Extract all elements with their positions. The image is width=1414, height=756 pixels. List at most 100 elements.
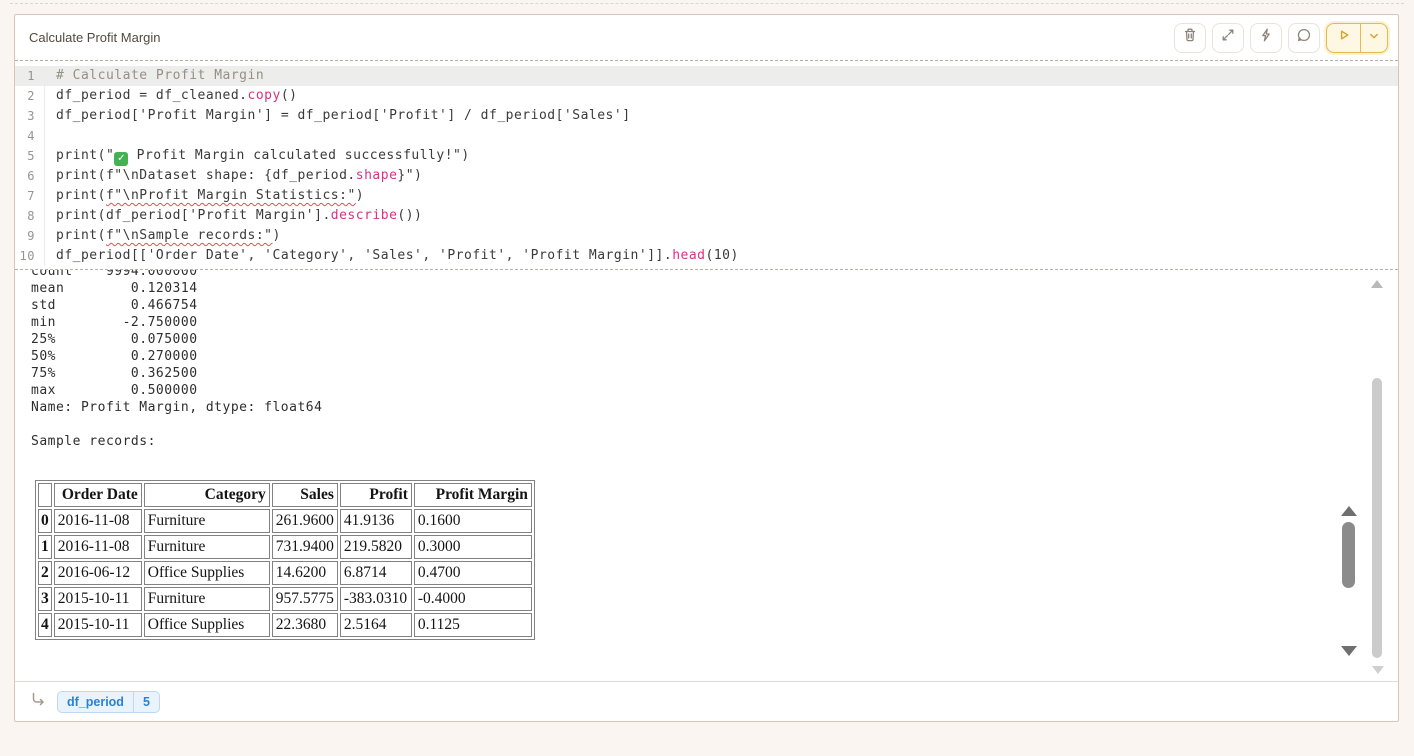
line-number: 2 [15,86,45,106]
check-emoji: ✓ [114,152,128,166]
table-scrollbar-thumb[interactable] [1342,522,1355,588]
table-header-cell: Profit [340,483,412,507]
line-number: 8 [15,206,45,226]
cell-title: Calculate Profit Margin [29,30,161,45]
code-line[interactable]: 9print(f"\nSample records:") [15,226,1398,246]
code-text: print(f"\nSample records:") [45,226,281,246]
cell-output: count 9994.000000 mean 0.120314 std 0.46… [15,270,1398,681]
comment-icon [1295,26,1313,49]
line-number: 3 [15,106,45,126]
table-cell: 219.5820 [340,535,412,559]
code-text: print(f"\nDataset shape: {df_period.shap… [45,166,422,186]
table-header-cell [38,483,52,507]
table-cell: 2016-11-08 [54,535,142,559]
code-line[interactable]: 10df_period[['Order Date', 'Category', '… [15,246,1398,266]
output-scrollbar-thumb[interactable] [1372,378,1382,658]
table-cell: 957.5775 [272,587,338,611]
table-cell: Furniture [144,587,270,611]
table-cell: 0.1125 [414,613,532,637]
code-text: df_period = df_cleaned.copy() [45,86,297,106]
table-cell: 2016-06-12 [54,561,142,585]
table-index-cell: 3 [38,587,52,611]
variable-count-badge: 5 [133,692,159,712]
table-cell: 2016-11-08 [54,509,142,533]
table-cell: 22.3680 [272,613,338,637]
comment-button[interactable] [1288,23,1320,53]
code-line[interactable]: 8print(df_period['Profit Margin'].descri… [15,206,1398,226]
table-index-cell: 1 [38,535,52,559]
code-editor[interactable]: 1# Calculate Profit Margin2df_period = d… [15,61,1398,270]
cell-footer: df_period 5 [15,681,1398,721]
line-number: 5 [15,146,45,166]
run-split-button [1326,23,1388,53]
code-text: print("✓ Profit Margin calculated succes… [45,146,470,166]
table-cell: 2015-10-11 [54,613,142,637]
cell-header: Calculate Profit Margin [15,15,1398,61]
table-scroll-up-arrow[interactable] [1341,506,1357,516]
output-scroll-down-arrow[interactable] [1372,666,1384,674]
expand-icon [1219,26,1237,49]
table-cell: Office Supplies [144,613,270,637]
table-cell: Furniture [144,535,270,559]
delete-cell-button[interactable] [1174,23,1206,53]
table-cell: 2015-10-11 [54,587,142,611]
variable-name: df_period [58,692,133,712]
table-row: 12016-11-08Furniture731.9400219.58200.30… [38,535,532,559]
table-row: 32015-10-11Furniture957.5775-383.0310-0.… [38,587,532,611]
table-cell: -383.0310 [340,587,412,611]
notebook-page: Calculate Profit Margin [0,0,1414,756]
code-line[interactable]: 1# Calculate Profit Margin [15,66,1398,86]
table-cell: 2.5164 [340,613,412,637]
code-text: print(df_period['Profit Margin'].describ… [45,206,422,226]
table-cell: 6.8714 [340,561,412,585]
code-line[interactable]: 3df_period['Profit Margin'] = df_period[… [15,106,1398,126]
line-number: 7 [15,186,45,206]
code-text: df_period['Profit Margin'] = df_period['… [45,106,631,126]
variable-chip-df-period[interactable]: df_period 5 [57,691,160,713]
table-header-cell: Category [144,483,270,507]
stdout-text: count 9994.000000 mean 0.120314 std 0.46… [31,270,1398,450]
run-options-button[interactable] [1361,24,1387,52]
table-cell: 0.4700 [414,561,532,585]
trash-icon [1181,26,1199,49]
code-text: print(f"\nProfit Margin Statistics:") [45,186,364,206]
table-header-cell: Profit Margin [414,483,532,507]
table-row: 42015-10-11Office Supplies22.36802.51640… [38,613,532,637]
table-index-cell: 2 [38,561,52,585]
table-cell: Furniture [144,509,270,533]
code-line[interactable]: 4 [15,126,1398,146]
line-number: 1 [15,66,45,86]
ai-actions-button[interactable] [1250,23,1282,53]
play-icon [1336,27,1352,48]
table-cell: 261.9600 [272,509,338,533]
return-arrow-icon [29,690,47,713]
run-cell-button[interactable] [1327,24,1361,52]
line-number: 6 [15,166,45,186]
table-header-cell: Sales [272,483,338,507]
table-index-cell: 4 [38,613,52,637]
code-text: df_period[['Order Date', 'Category', 'Sa… [45,246,739,266]
code-text [45,126,56,146]
code-line[interactable]: 2df_period = df_cleaned.copy() [15,86,1398,106]
table-scroll-down-arrow[interactable] [1341,646,1357,656]
lightning-icon [1257,26,1275,49]
notebook-cell: Calculate Profit Margin [14,14,1399,722]
code-line[interactable]: 6print(f"\nDataset shape: {df_period.sha… [15,166,1398,186]
table-cell: 14.6200 [272,561,338,585]
table-cell: Office Supplies [144,561,270,585]
chevron-down-icon [1368,29,1380,47]
table-cell: -0.4000 [414,587,532,611]
table-row: 02016-11-08Furniture261.960041.91360.160… [38,509,532,533]
dataframe-table: Order DateCategorySalesProfitProfit Marg… [35,480,535,640]
table-header-cell: Order Date [54,483,142,507]
code-line[interactable]: 7print(f"\nProfit Margin Statistics:") [15,186,1398,206]
expand-cell-button[interactable] [1212,23,1244,53]
table-cell: 0.3000 [414,535,532,559]
line-number: 9 [15,226,45,246]
table-cell: 41.9136 [340,509,412,533]
table-cell: 0.1600 [414,509,532,533]
code-line[interactable]: 5print("✓ Profit Margin calculated succe… [15,146,1398,166]
line-number: 10 [15,246,45,266]
page-divider [10,3,1404,4]
output-scroll-up-arrow[interactable] [1371,280,1383,288]
